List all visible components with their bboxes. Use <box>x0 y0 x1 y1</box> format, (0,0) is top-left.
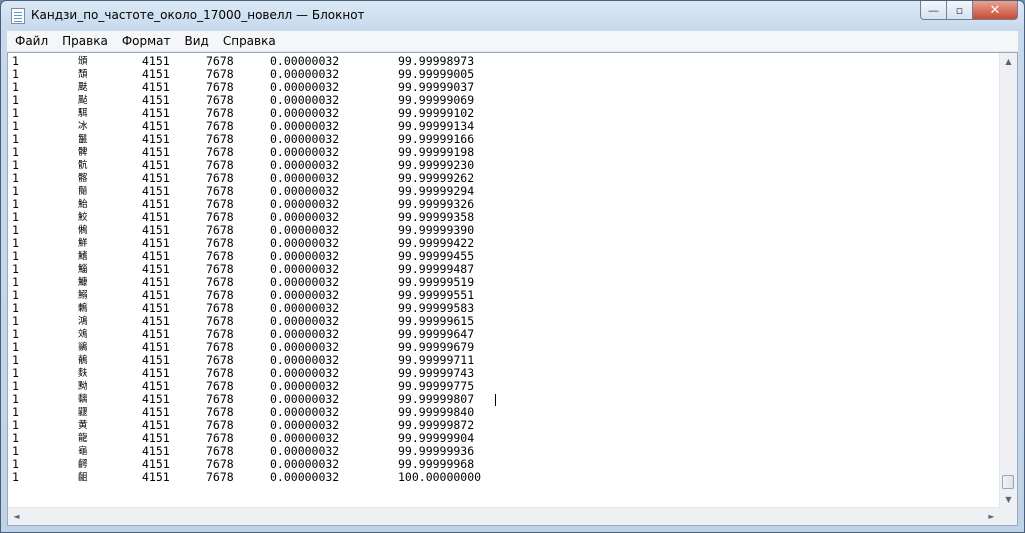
line-total: 7678 <box>206 470 234 484</box>
line-kanji: 龍 <box>78 433 88 444</box>
line-kanji: 颫 <box>78 82 88 93</box>
line-kanji: 骯 <box>78 160 88 171</box>
menu-edit[interactable]: Правка <box>54 34 114 48</box>
menu-format[interactable]: Формат <box>114 34 177 48</box>
line-kanji: 髀 <box>78 147 88 158</box>
scroll-up-icon: ▲ <box>1005 57 1012 66</box>
line-kanji: 鬣 <box>78 134 88 145</box>
line-kanji: 黄 <box>78 420 88 431</box>
text-area[interactable]: 1 頒 4151 7678 0.00000032 99.99998973 1 頹 4151 767… <box>8 53 1000 508</box>
line-kanji: 鶺 <box>78 355 88 366</box>
line-kanji: 麩 <box>78 368 88 379</box>
scroll-up-button[interactable]: ▲ <box>1000 53 1017 70</box>
notepad-window: Кандзи_по_частоте_около_17000_новелл — Б… <box>0 0 1025 533</box>
scroll-right-icon: ► <box>988 512 995 521</box>
line-kanji: 齟 <box>78 472 88 483</box>
line-kanji: 鰭 <box>78 251 88 262</box>
editor-pane: 1 頒 4151 7678 0.00000032 99.99998973 1 頹 4151 767… <box>7 52 1018 526</box>
line-kanji: 頹 <box>78 69 88 80</box>
scroll-down-button[interactable]: ▼ <box>1000 491 1017 508</box>
vertical-scrollbar[interactable]: ▲ ▼ <box>999 53 1017 508</box>
vertical-scroll-thumb[interactable] <box>1002 475 1014 489</box>
scroll-left-icon: ◄ <box>13 512 20 521</box>
scroll-left-button[interactable]: ◄ <box>8 508 25 525</box>
title-bar[interactable]: Кандзи_по_частоте_около_17000_новелл — Б… <box>1 1 1024 31</box>
window-title: Кандзи_по_частоте_около_17000_новелл — Б… <box>31 8 365 22</box>
minimize-icon: — <box>928 3 939 17</box>
line-frequency: 0.00000032 <box>270 470 340 484</box>
scroll-down-icon: ▼ <box>1005 495 1012 504</box>
line-kanji: 鰯 <box>78 290 88 301</box>
close-icon: ✕ <box>989 2 1001 18</box>
line-rank: 4151 <box>142 470 170 484</box>
line-kanji: 鶇 <box>78 303 88 314</box>
line-kanji: 鮐 <box>78 199 88 210</box>
line-cumulative: 100.00000000 <box>398 470 482 484</box>
line-kanji: 鬜 <box>78 186 88 197</box>
line-kanji: 頒 <box>78 56 88 67</box>
line-kanji: 鴻 <box>78 316 88 327</box>
line-kanji: 齶 <box>78 459 88 470</box>
line-kanji: 黐 <box>78 394 88 405</box>
line-kanji: 鱇 <box>78 277 88 288</box>
line-kanji: 鵂 <box>78 225 88 236</box>
minimize-button[interactable]: — <box>920 1 947 20</box>
maximize-icon: ▫ <box>955 3 964 17</box>
text-caret <box>495 394 496 406</box>
line-kanji: 駬 <box>78 108 88 119</box>
menu-view[interactable]: Вид <box>177 34 215 48</box>
maximize-button[interactable]: ▫ <box>947 1 973 20</box>
line-kanji: 颭 <box>78 95 88 106</box>
line-kanji: 鯔 <box>78 264 88 275</box>
line-count: 1 <box>12 470 19 484</box>
menu-file[interactable]: Файл <box>7 34 54 48</box>
line-kanji: 黝 <box>78 381 88 392</box>
menu-help[interactable]: Справка <box>215 34 282 48</box>
line-kanji: 鮫 <box>78 212 88 223</box>
line-kanji: 鼴 <box>78 407 88 418</box>
scroll-right-button[interactable]: ► <box>983 508 1000 525</box>
line-kanji: 冰 <box>78 121 88 132</box>
menu-bar: Файл Правка Формат Вид Справка <box>7 31 1018 52</box>
line-kanji: 鮮 <box>78 238 88 249</box>
window-controls: — ▫ ✕ <box>920 1 1018 21</box>
line-kanji: 髂 <box>78 173 88 184</box>
notepad-icon <box>11 8 25 24</box>
horizontal-scrollbar[interactable]: ◄ ► <box>8 507 1000 525</box>
line-kanji: 鵁 <box>78 329 88 340</box>
close-button[interactable]: ✕ <box>973 1 1018 20</box>
line-kanji: 鶲 <box>78 342 88 353</box>
size-grip <box>1000 508 1017 525</box>
line-kanji: 龜 <box>78 446 88 457</box>
